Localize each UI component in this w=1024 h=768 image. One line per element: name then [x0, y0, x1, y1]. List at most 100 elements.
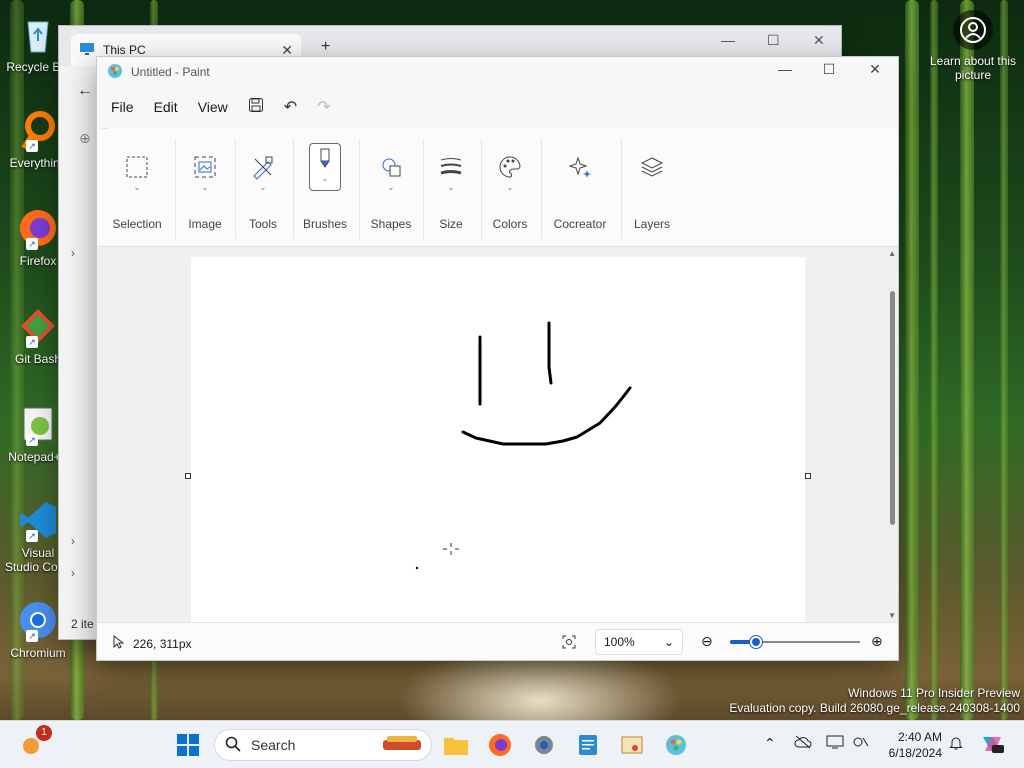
cloud-offline-icon[interactable]: [794, 735, 812, 752]
network-status-icon[interactable]: [852, 735, 870, 752]
ribbon-brushes[interactable]: ⌄ Brushes: [297, 129, 353, 247]
ribbon-selection[interactable]: ⌄ Selection: [107, 129, 167, 247]
vscode-icon: ↗: [16, 498, 60, 542]
firefox-icon: ↗: [16, 206, 60, 250]
zoom-out-icon[interactable]: ⊖: [701, 633, 713, 650]
ribbon-cocreator[interactable]: Cocreator: [545, 129, 615, 247]
folder-icon: [444, 738, 468, 755]
resize-handle-left[interactable]: [185, 473, 191, 479]
shortcut-arrow-icon: ↗: [26, 530, 38, 542]
copilot-icon[interactable]: [980, 733, 1004, 758]
ribbon-divider: [541, 139, 542, 239]
ribbon-divider: [621, 139, 622, 239]
chevron-down-icon: ⌄: [321, 173, 329, 183]
taskbar-firefox[interactable]: [486, 731, 514, 759]
menu-view[interactable]: View: [198, 99, 228, 115]
recycle-bin-icon: [16, 12, 60, 56]
search-placeholder: Search: [251, 737, 296, 753]
zoom-select[interactable]: 100% ⌄: [595, 629, 683, 655]
menu-edit[interactable]: Edit: [154, 99, 178, 115]
scroll-down-icon[interactable]: ▼: [888, 611, 896, 620]
ribbon-shapes[interactable]: ⌄ Shapes: [363, 129, 419, 247]
vertical-scrollbar[interactable]: ▲ ▼: [886, 247, 898, 624]
back-arrow-icon[interactable]: ←: [77, 82, 93, 100]
zoom-slider[interactable]: [730, 636, 860, 648]
cursor-position-text: 226, 311px: [133, 636, 192, 651]
ribbon-label: Cocreator: [553, 217, 607, 231]
redo-icon[interactable]: ↷: [317, 97, 330, 117]
shortcut-arrow-icon: ↗: [26, 140, 38, 152]
add-icon[interactable]: ⊕: [79, 130, 91, 147]
display-icon[interactable]: [826, 735, 844, 752]
taskbar-certificate-app[interactable]: [618, 731, 646, 759]
close-icon[interactable]: ✕: [855, 61, 895, 78]
taskbar-settings[interactable]: [530, 731, 558, 759]
zoom-value: 100%: [604, 635, 635, 649]
firefox-icon: [489, 734, 511, 756]
brushes-button[interactable]: ⌄: [309, 143, 341, 191]
ribbon-tools[interactable]: ⌄ Tools: [237, 129, 289, 247]
cursor-position: 226, 311px: [113, 634, 192, 652]
show-hidden-icons-chevron-up-icon[interactable]: ⌃: [764, 735, 776, 752]
settings-gear-icon: [535, 736, 553, 754]
save-icon[interactable]: [248, 97, 264, 118]
notification-badge: 1: [36, 725, 52, 741]
learn-label: Learn about this picture: [929, 54, 1017, 82]
maximize-icon[interactable]: ☐: [809, 61, 849, 78]
chevron-down-icon: ⌄: [506, 183, 514, 192]
start-button[interactable]: [174, 731, 202, 759]
taskbar-notepad[interactable]: [574, 731, 602, 759]
explorer-status: 2 ite: [71, 617, 94, 631]
zoom-slider-knob[interactable]: [750, 636, 762, 648]
certificate-icon: [621, 736, 643, 754]
notification-bell-icon[interactable]: [948, 735, 964, 754]
scrollbar-thumb[interactable]: [890, 291, 895, 525]
new-tab-button[interactable]: +: [321, 38, 330, 56]
explorer-sidebar: ← ⊕ › › ›: [59, 66, 97, 641]
shapes-icon: [375, 151, 407, 183]
camera-icon: [953, 10, 993, 50]
ribbon-layers[interactable]: Layers: [625, 129, 679, 247]
close-icon[interactable]: ✕: [813, 32, 825, 49]
monitor-icon: [79, 42, 95, 59]
drawing-strokes: [415, 321, 632, 570]
chevron-down-icon: ⌄: [201, 183, 209, 192]
ribbon-image[interactable]: ⌄ Image: [179, 129, 231, 247]
resize-handle-right[interactable]: [805, 473, 811, 479]
chevron-right-icon[interactable]: ›: [71, 534, 75, 548]
learn-about-picture[interactable]: Learn about this picture: [928, 10, 1018, 82]
menu-file[interactable]: File: [111, 99, 134, 115]
chevron-down-icon: ⌄: [447, 183, 455, 192]
desktop-icon-label: Chromium: [10, 646, 66, 660]
minimize-icon[interactable]: —: [765, 61, 805, 77]
system-clock[interactable]: 2:40 AM 6/18/2024: [889, 729, 942, 761]
zoom-in-icon[interactable]: ⊕: [871, 633, 883, 650]
taskbar-file-explorer[interactable]: [442, 731, 470, 759]
minimize-icon[interactable]: —: [721, 32, 735, 48]
ribbon-colors[interactable]: ⌄ Colors: [483, 129, 537, 247]
fit-to-window-icon[interactable]: [561, 634, 577, 653]
ribbon-size[interactable]: ⌄ Size: [427, 129, 475, 247]
notepad-plus-plus-icon: ↗: [16, 402, 60, 446]
paint-window[interactable]: Untitled - Paint — ☐ ✕ File Edit View ↶ …: [96, 56, 899, 661]
undo-icon[interactable]: ↶: [284, 97, 297, 117]
ribbon-label: Tools: [248, 217, 277, 231]
scroll-up-icon[interactable]: ▲: [888, 249, 896, 258]
drawing-canvas[interactable]: [191, 257, 805, 624]
taskbar-paint[interactable]: [662, 731, 690, 759]
paint-ribbon: ⌄ Selection ⌄ Image ⌄ Tools ⌄ Brushes ⌄ …: [97, 129, 898, 247]
everything-icon: ↗: [16, 108, 60, 152]
ribbon-label: Brushes: [302, 217, 348, 231]
chevron-right-icon[interactable]: ›: [71, 246, 75, 260]
ribbon-divider: [423, 139, 424, 239]
shortcut-arrow-icon: ↗: [26, 434, 38, 446]
cocreator-sparkle-icon: [564, 151, 596, 183]
chevron-right-icon[interactable]: ›: [71, 566, 75, 580]
pointer-icon: [113, 634, 125, 652]
ribbon-label: Image: [188, 217, 222, 231]
taskbar-search[interactable]: Search: [214, 729, 432, 761]
clock-date: 6/18/2024: [888, 746, 942, 760]
ribbon-label: Selection: [112, 217, 162, 231]
maximize-icon[interactable]: ☐: [767, 32, 780, 49]
widgets-button[interactable]: 1: [18, 725, 52, 759]
